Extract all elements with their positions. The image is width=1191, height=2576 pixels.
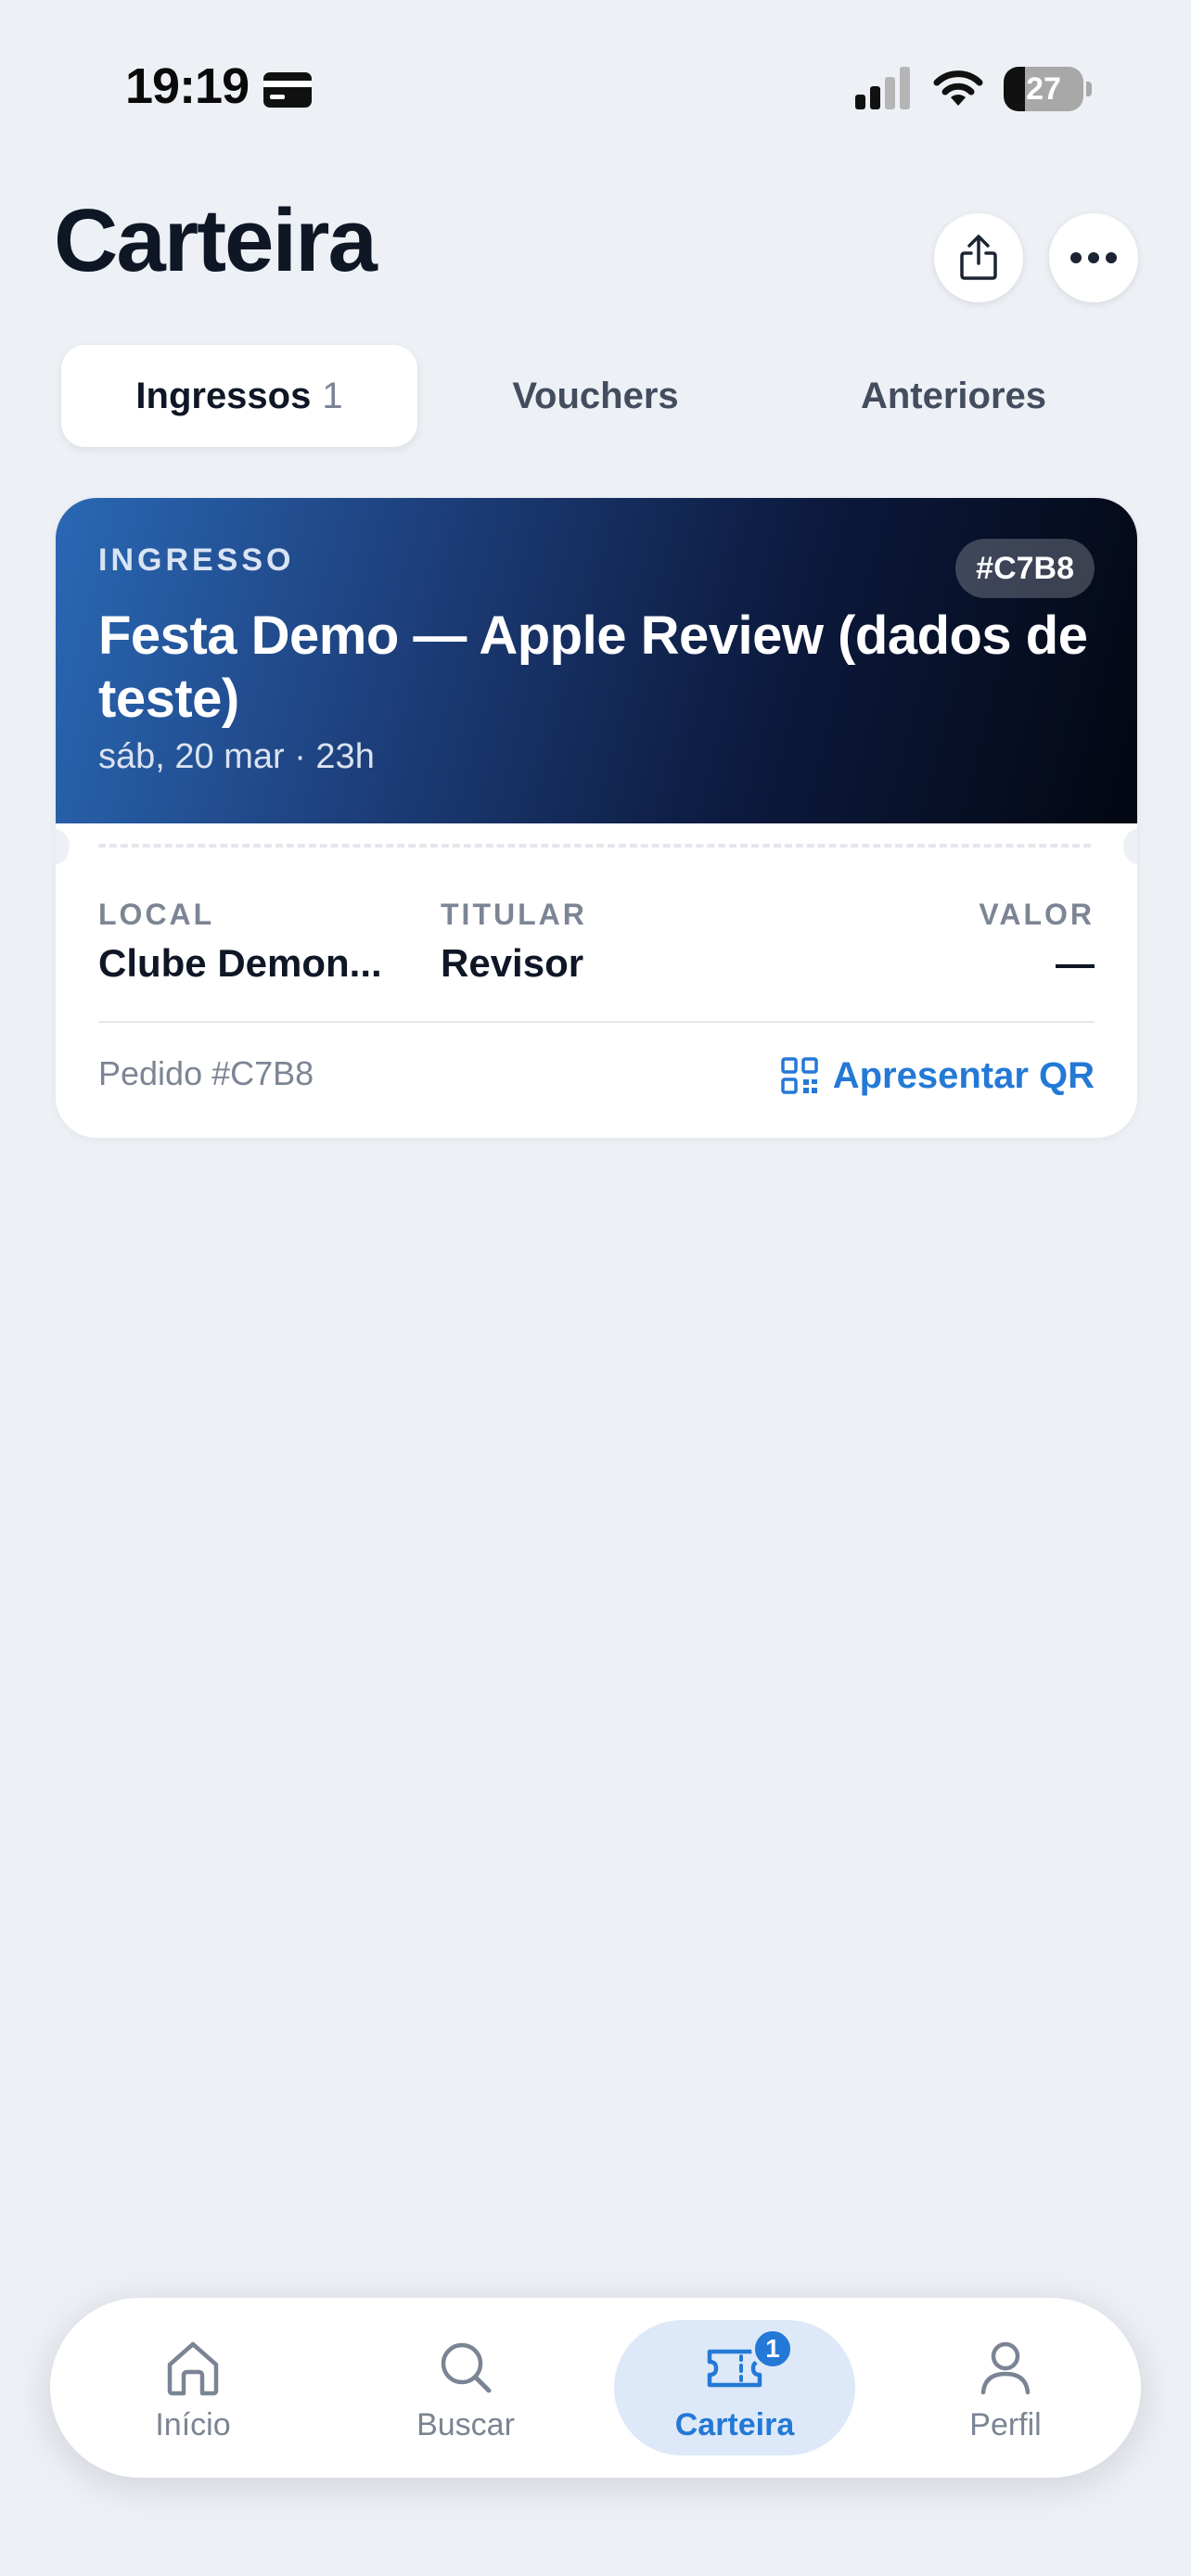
status-bar: 19:19 27 [0,0,1191,176]
valor-label: VALOR [979,898,1095,931]
valor-value: — [1056,941,1095,985]
battery-indicator: 27 [1004,67,1083,111]
signal-icon [855,67,910,109]
share-icon [960,235,997,280]
event-title: Festa Demo — Apple Review (dados de test… [98,606,1088,729]
nav-label-carteira: Carteira [674,2407,795,2442]
ticket-notch-left [56,829,70,864]
home-icon [167,2341,219,2396]
titular-value: Revisor [441,941,584,985]
search-icon [441,2342,492,2393]
nav-carteira-badge: 1 [751,2327,794,2370]
wifi-icon [933,70,983,106]
local-value: Clube Demon... [98,941,382,985]
more-icon [1070,252,1117,263]
ticket-header: INGRESSO #C7B8 Festa Demo — Apple Review… [56,498,1137,823]
nav-item-buscar[interactable]: Buscar [345,2320,586,2455]
share-button[interactable] [934,213,1023,302]
wallet-tabs: Ingressos 1 Vouchers Anteriores [54,341,1139,451]
tab-ingressos-label: Ingressos [135,375,312,416]
nav-label-inicio: Início [155,2407,231,2442]
ticket-notch-right [1123,829,1137,864]
tab-anteriores[interactable]: Anteriores [775,345,1132,447]
present-qr-button[interactable]: Apresentar QR [780,1052,1095,1099]
nav-item-carteira[interactable]: 1 Carteira [614,2320,855,2455]
nav-label-perfil: Perfil [969,2407,1042,2442]
tab-ingressos[interactable]: Ingressos 1 [61,345,417,447]
order-id: Pedido #C7B8 [98,1054,314,1092]
nav-label-buscar: Buscar [416,2407,515,2442]
local-label: LOCAL [98,898,215,931]
card-mini-icon [263,72,312,108]
bottom-navigation: Início Buscar 1 Carteira Perfil [50,2298,1141,2478]
ticket-kind-label: INGRESSO [98,542,295,578]
titular-label: TITULAR [441,898,587,931]
ticket-code-badge: #C7B8 [955,539,1095,598]
tab-vouchers-label: Vouchers [512,375,679,416]
qr-code-icon [780,1057,818,1094]
battery-percent: 27 [1026,71,1061,107]
more-button[interactable] [1049,213,1138,302]
tab-anteriores-label: Anteriores [860,375,1047,416]
battery-tip [1086,82,1092,96]
tab-vouchers[interactable]: Vouchers [417,345,774,447]
ticket-perforation [98,844,1091,848]
present-qr-label: Apresentar QR [832,1054,1095,1096]
status-time: 19:19 [125,58,250,114]
profile-icon [980,2341,1031,2395]
nav-item-perfil[interactable]: Perfil [885,2320,1126,2455]
ticket-divider [98,1021,1095,1023]
tab-ingressos-count: 1 [322,375,343,416]
nav-item-inicio[interactable]: Início [72,2320,314,2455]
ticket-card[interactable]: INGRESSO #C7B8 Festa Demo — Apple Review… [56,498,1137,1138]
event-date: sáb, 20 mar · 23h [98,737,375,776]
page-title: Carteira [54,191,378,290]
